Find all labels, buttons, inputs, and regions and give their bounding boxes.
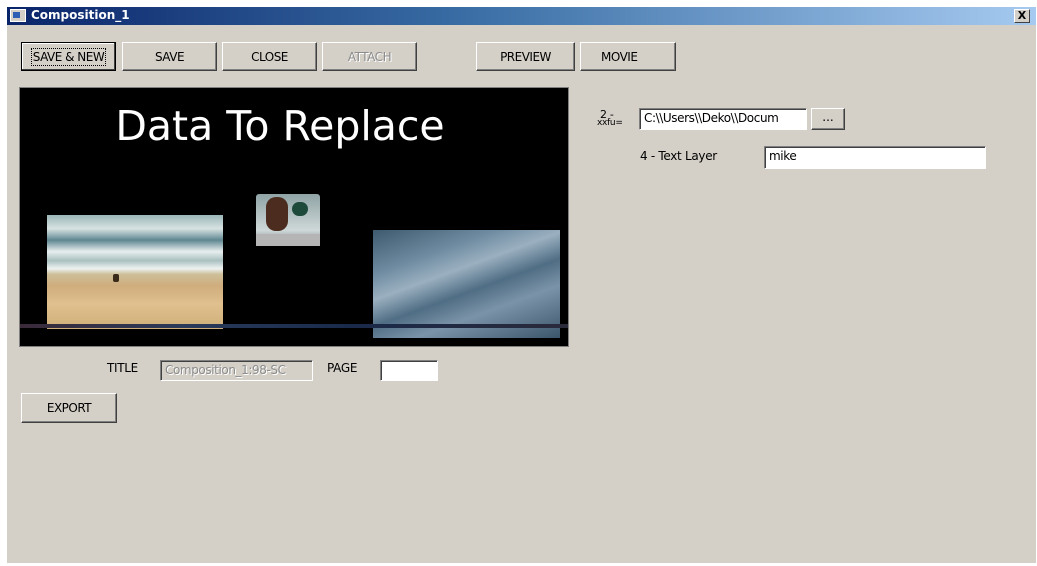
portrait-face (266, 197, 288, 231)
save-and-new-label: SAVE & NEW (30, 47, 107, 66)
composition-window: Composition_1 X SAVE & NEW SAVE CLOSE AT… (7, 7, 1036, 563)
attach-button[interactable]: ATTACH (322, 42, 417, 71)
preview-bottom-strip (20, 324, 568, 328)
close-window-button[interactable]: X (1014, 9, 1030, 23)
preview-button[interactable]: PREVIEW (476, 42, 575, 71)
composition-preview: Data To Replace (19, 87, 569, 347)
team-logo-icon (292, 202, 308, 216)
title-bar: Composition_1 X (7, 7, 1036, 25)
save-and-new-button[interactable]: SAVE & NEW (21, 42, 116, 71)
export-button[interactable]: EXPORT (21, 393, 117, 423)
movie-button[interactable]: MOVIE (580, 42, 676, 71)
layer4-text-field[interactable]: mike (764, 146, 986, 169)
preview-heading: Data To Replace (115, 102, 445, 150)
page-label: PAGE (327, 361, 358, 375)
portrait-base (256, 234, 320, 246)
water-image (373, 230, 560, 338)
close-button[interactable]: CLOSE (222, 42, 317, 71)
save-button[interactable]: SAVE (122, 42, 217, 71)
app-icon (10, 9, 26, 22)
title-field[interactable]: Composition_1:98-SC (160, 360, 313, 381)
portrait-image (256, 194, 320, 246)
title-label: TITLE (107, 361, 138, 375)
window-title: Composition_1 (31, 8, 130, 22)
layer4-label: 4 - Text Layer (640, 149, 717, 163)
layer2-label-line2: xxfu= (597, 118, 623, 128)
page-field[interactable] (380, 360, 438, 381)
browse-button[interactable]: ... (811, 108, 845, 130)
layer2-path-field[interactable]: C:\\Users\\Deko\\Docum (639, 108, 807, 130)
beach-image (47, 215, 223, 329)
